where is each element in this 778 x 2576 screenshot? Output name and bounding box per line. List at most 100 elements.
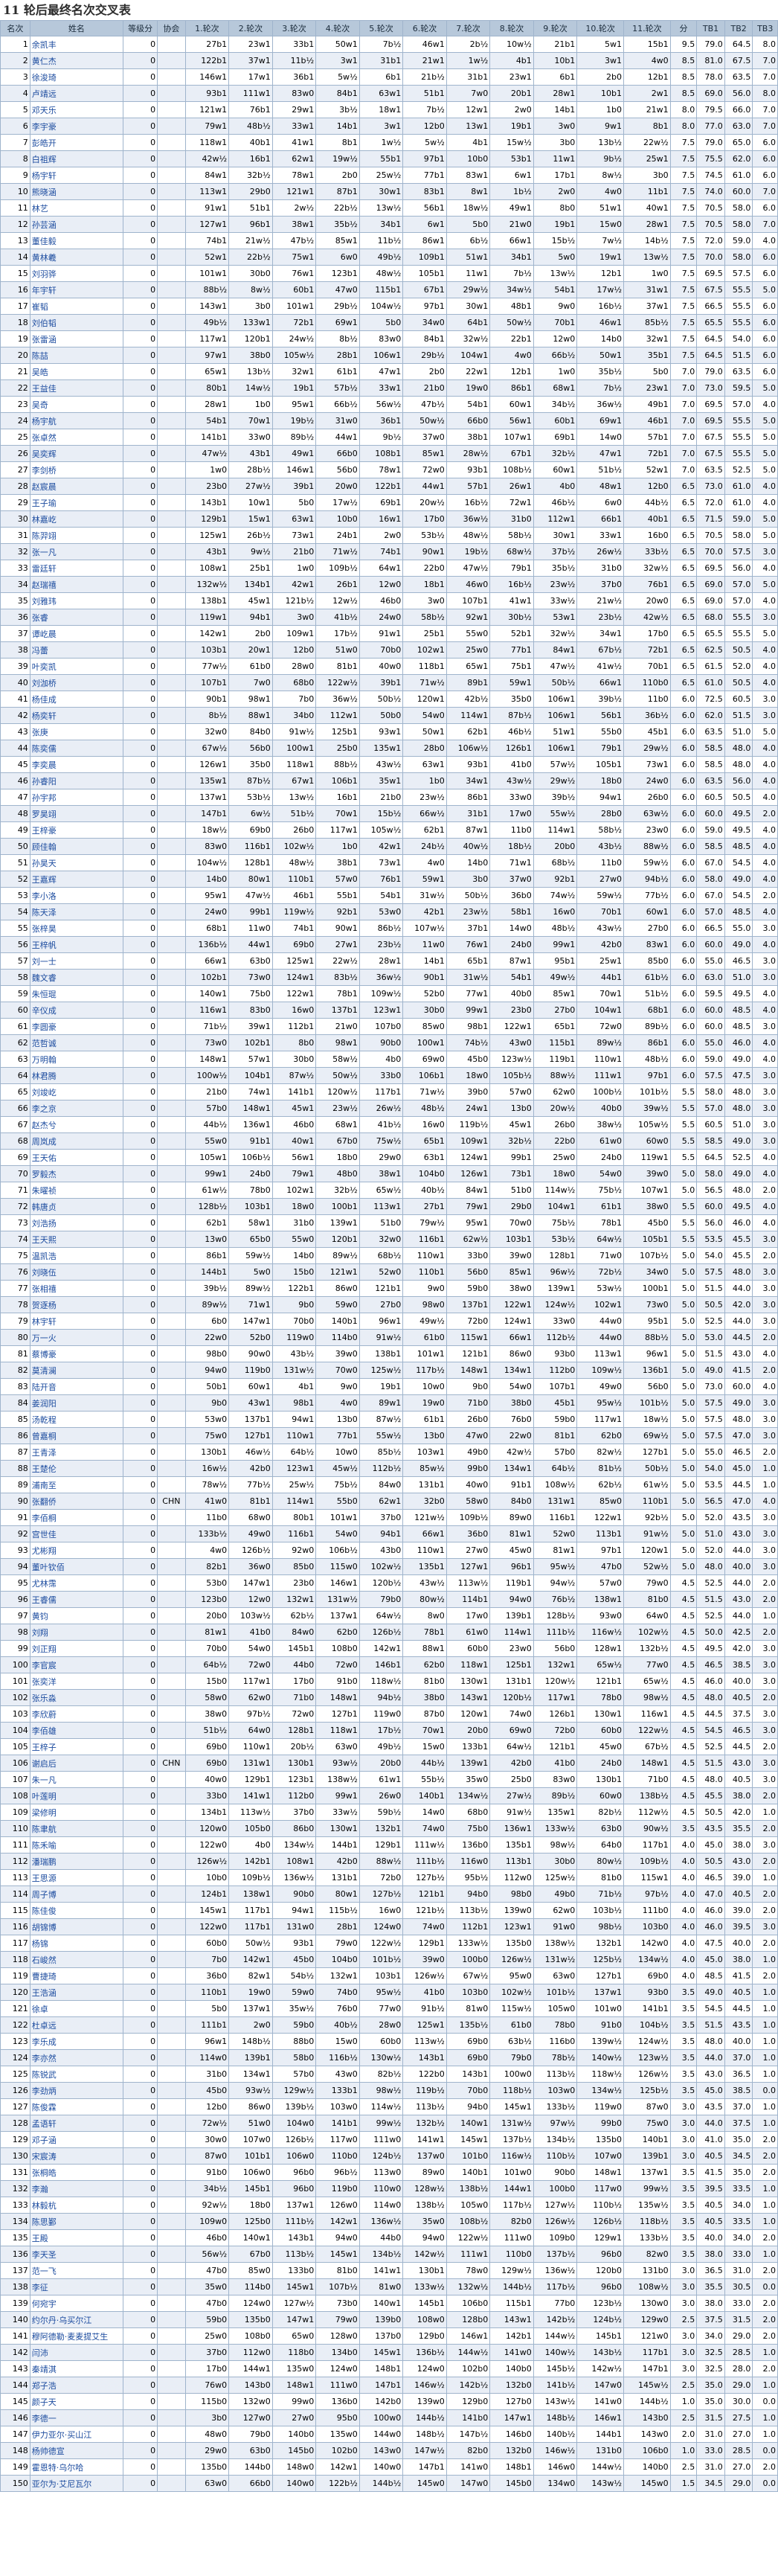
player-name-cell[interactable]: 伊力亚尔·买山江 — [29, 2426, 124, 2443]
player-name-cell[interactable]: 林君腾 — [29, 1067, 124, 1084]
player-name-cell[interactable]: 张乐淼 — [29, 1689, 124, 1706]
column-header[interactable]: 等级分 — [123, 20, 158, 36]
player-name-cell[interactable]: 叶奕凯 — [29, 658, 124, 675]
player-name-cell[interactable]: 孟语轩 — [29, 2115, 124, 2132]
player-name-cell[interactable]: 李天圣 — [29, 2246, 124, 2263]
player-name-cell[interactable]: 万明翰 — [29, 1051, 124, 1068]
player-name-cell[interactable]: 徐卓 — [29, 2000, 124, 2017]
player-name-cell[interactable]: 李小洛 — [29, 887, 124, 904]
player-name-cell[interactable]: 罗昊翊 — [29, 805, 124, 822]
player-name-cell[interactable]: 温凯浩 — [29, 1247, 124, 1264]
player-name-cell[interactable]: 张梓昊 — [29, 920, 124, 937]
player-name-cell[interactable]: 李欣蔚 — [29, 1705, 124, 1723]
player-name-cell[interactable]: 赵宸晨 — [29, 478, 124, 495]
player-name-cell[interactable]: 林毅杭 — [29, 2197, 124, 2214]
column-header[interactable]: 分 — [669, 20, 698, 36]
player-name-cell[interactable]: 谭屹晨 — [29, 625, 124, 642]
player-name-cell[interactable]: 赵瑞禧 — [29, 576, 124, 593]
player-name-cell[interactable]: 宫世佳 — [29, 1525, 124, 1542]
player-name-cell[interactable]: 刘一士 — [29, 952, 124, 970]
player-name-cell[interactable]: 曾嘉桐 — [29, 1427, 124, 1444]
player-name-cell[interactable]: 石峻然 — [29, 1951, 124, 1968]
player-name-cell[interactable]: 朱一凡 — [29, 1771, 124, 1788]
player-name-cell[interactable]: 雷廷轩 — [29, 560, 124, 577]
player-name-cell[interactable]: 潘瑞鹏 — [29, 1853, 124, 1870]
player-name-cell[interactable]: 白祖辉 — [29, 150, 124, 167]
player-name-cell[interactable]: 顾佳翰 — [29, 838, 124, 855]
player-name-cell[interactable]: 浦南至 — [29, 1476, 124, 1493]
player-name-cell[interactable]: 董佳毅 — [29, 232, 124, 249]
player-name-cell[interactable]: 冯蕾 — [29, 641, 124, 659]
player-name-cell[interactable]: 尤彬翔 — [29, 1542, 124, 1559]
player-name-cell[interactable]: 陈佳俊 — [29, 1902, 124, 1919]
player-name-cell[interactable]: 孙芸涵 — [29, 216, 124, 233]
player-name-cell[interactable]: 王青泽 — [29, 1444, 124, 1461]
player-name-cell[interactable]: 刘翔 — [29, 1624, 124, 1641]
player-name-cell[interactable]: 邓天乐 — [29, 101, 124, 118]
player-name-cell[interactable]: 陆开音 — [29, 1378, 124, 1395]
player-name-cell[interactable]: 李劲炳 — [29, 2082, 124, 2099]
column-header[interactable]: TB1 — [696, 20, 725, 36]
player-name-cell[interactable]: 刘伯韬 — [29, 314, 124, 331]
player-name-cell[interactable]: 林嘉屹 — [29, 510, 124, 528]
player-name-cell[interactable]: 周子博 — [29, 1885, 124, 1903]
player-name-cell[interactable]: 莫清澜 — [29, 1362, 124, 1379]
player-name-cell[interactable]: 王梓豪 — [29, 821, 124, 839]
player-name-cell[interactable]: 张睿 — [29, 609, 124, 626]
player-name-cell[interactable]: 罗毅杰 — [29, 1165, 124, 1182]
player-name-cell[interactable]: 卢靖远 — [29, 85, 124, 102]
player-name-cell[interactable]: 刘泇桥 — [29, 674, 124, 691]
player-name-cell[interactable]: 崔韬 — [29, 298, 124, 315]
player-name-cell[interactable]: 李征 — [29, 2278, 124, 2295]
player-name-cell[interactable]: 范一飞 — [29, 2262, 124, 2279]
column-header[interactable]: 2.轮次 — [228, 20, 273, 36]
player-name-cell[interactable]: 李亦然 — [29, 2049, 124, 2066]
player-name-cell[interactable]: 彭皓开 — [29, 134, 124, 151]
player-name-cell[interactable]: 姜润阳 — [29, 1394, 124, 1412]
player-name-cell[interactable]: 林宇轩 — [29, 1313, 124, 1330]
player-name-cell[interactable]: 汤乾程 — [29, 1411, 124, 1428]
player-name-cell[interactable]: 陈喆 — [29, 347, 124, 364]
player-name-cell[interactable]: 刘正翔 — [29, 1640, 124, 1657]
player-name-cell[interactable]: 魏文睿 — [29, 969, 124, 986]
player-name-cell[interactable]: 陈羿翊 — [29, 527, 124, 544]
column-header[interactable]: 11.轮次 — [623, 20, 671, 36]
player-name-cell[interactable]: 王楚伦 — [29, 1460, 124, 1477]
player-name-cell[interactable]: 杨宇航 — [29, 412, 124, 429]
player-name-cell[interactable]: 李佰桐 — [29, 1509, 124, 1526]
player-name-cell[interactable]: 刘晓伍 — [29, 1263, 124, 1281]
player-name-cell[interactable]: 陈思鄞 — [29, 2213, 124, 2230]
player-name-cell[interactable]: 李乐成 — [29, 2033, 124, 2050]
player-name-cell[interactable]: 梁修明 — [29, 1804, 124, 1821]
player-name-cell[interactable]: 李剑桥 — [29, 461, 124, 478]
column-header[interactable]: 姓名 — [29, 20, 124, 36]
player-name-cell[interactable]: 李圆豪 — [29, 1018, 124, 1035]
player-name-cell[interactable]: 吴皓 — [29, 363, 124, 380]
player-name-cell[interactable]: 王益佳 — [29, 379, 124, 397]
player-name-cell[interactable]: 王天佑 — [29, 1149, 124, 1166]
player-name-cell[interactable]: 周岚成 — [29, 1132, 124, 1150]
player-name-cell[interactable]: 李官宸 — [29, 1656, 124, 1673]
player-name-cell[interactable]: 李宇豪 — [29, 118, 124, 135]
player-name-cell[interactable]: 孙宇邦 — [29, 789, 124, 806]
player-name-cell[interactable]: 王天熙 — [29, 1231, 124, 1248]
player-name-cell[interactable]: 胡锦博 — [29, 1918, 124, 1935]
player-name-cell[interactable]: 王梓帆 — [29, 936, 124, 953]
player-name-cell[interactable]: 刘雅玮 — [29, 592, 124, 609]
column-header[interactable]: 9.轮次 — [533, 20, 578, 36]
player-name-cell[interactable]: 贺逐杨 — [29, 1296, 124, 1313]
player-name-cell[interactable]: 王子瑜 — [29, 494, 124, 511]
player-name-cell[interactable]: 黄钧 — [29, 1607, 124, 1624]
player-name-cell[interactable]: 赵杰兮 — [29, 1116, 124, 1133]
player-name-cell[interactable]: 陈禾喻 — [29, 1836, 124, 1853]
player-name-cell[interactable]: 王睿儒 — [29, 1591, 124, 1608]
player-name-cell[interactable]: 张翻侨 — [29, 1493, 124, 1510]
player-name-cell[interactable]: 李之京 — [29, 1100, 124, 1117]
column-header[interactable]: 名次 — [0, 20, 30, 36]
player-name-cell[interactable]: 曹捷琦 — [29, 1967, 124, 1984]
player-name-cell[interactable]: 杨宇轩 — [29, 167, 124, 184]
player-name-cell[interactable]: 王浩涵 — [29, 1984, 124, 2001]
player-name-cell[interactable]: 张奕洋 — [29, 1673, 124, 1690]
column-header[interactable]: TB2 — [724, 20, 753, 36]
player-name-cell[interactable]: 孙昊天 — [29, 854, 124, 871]
